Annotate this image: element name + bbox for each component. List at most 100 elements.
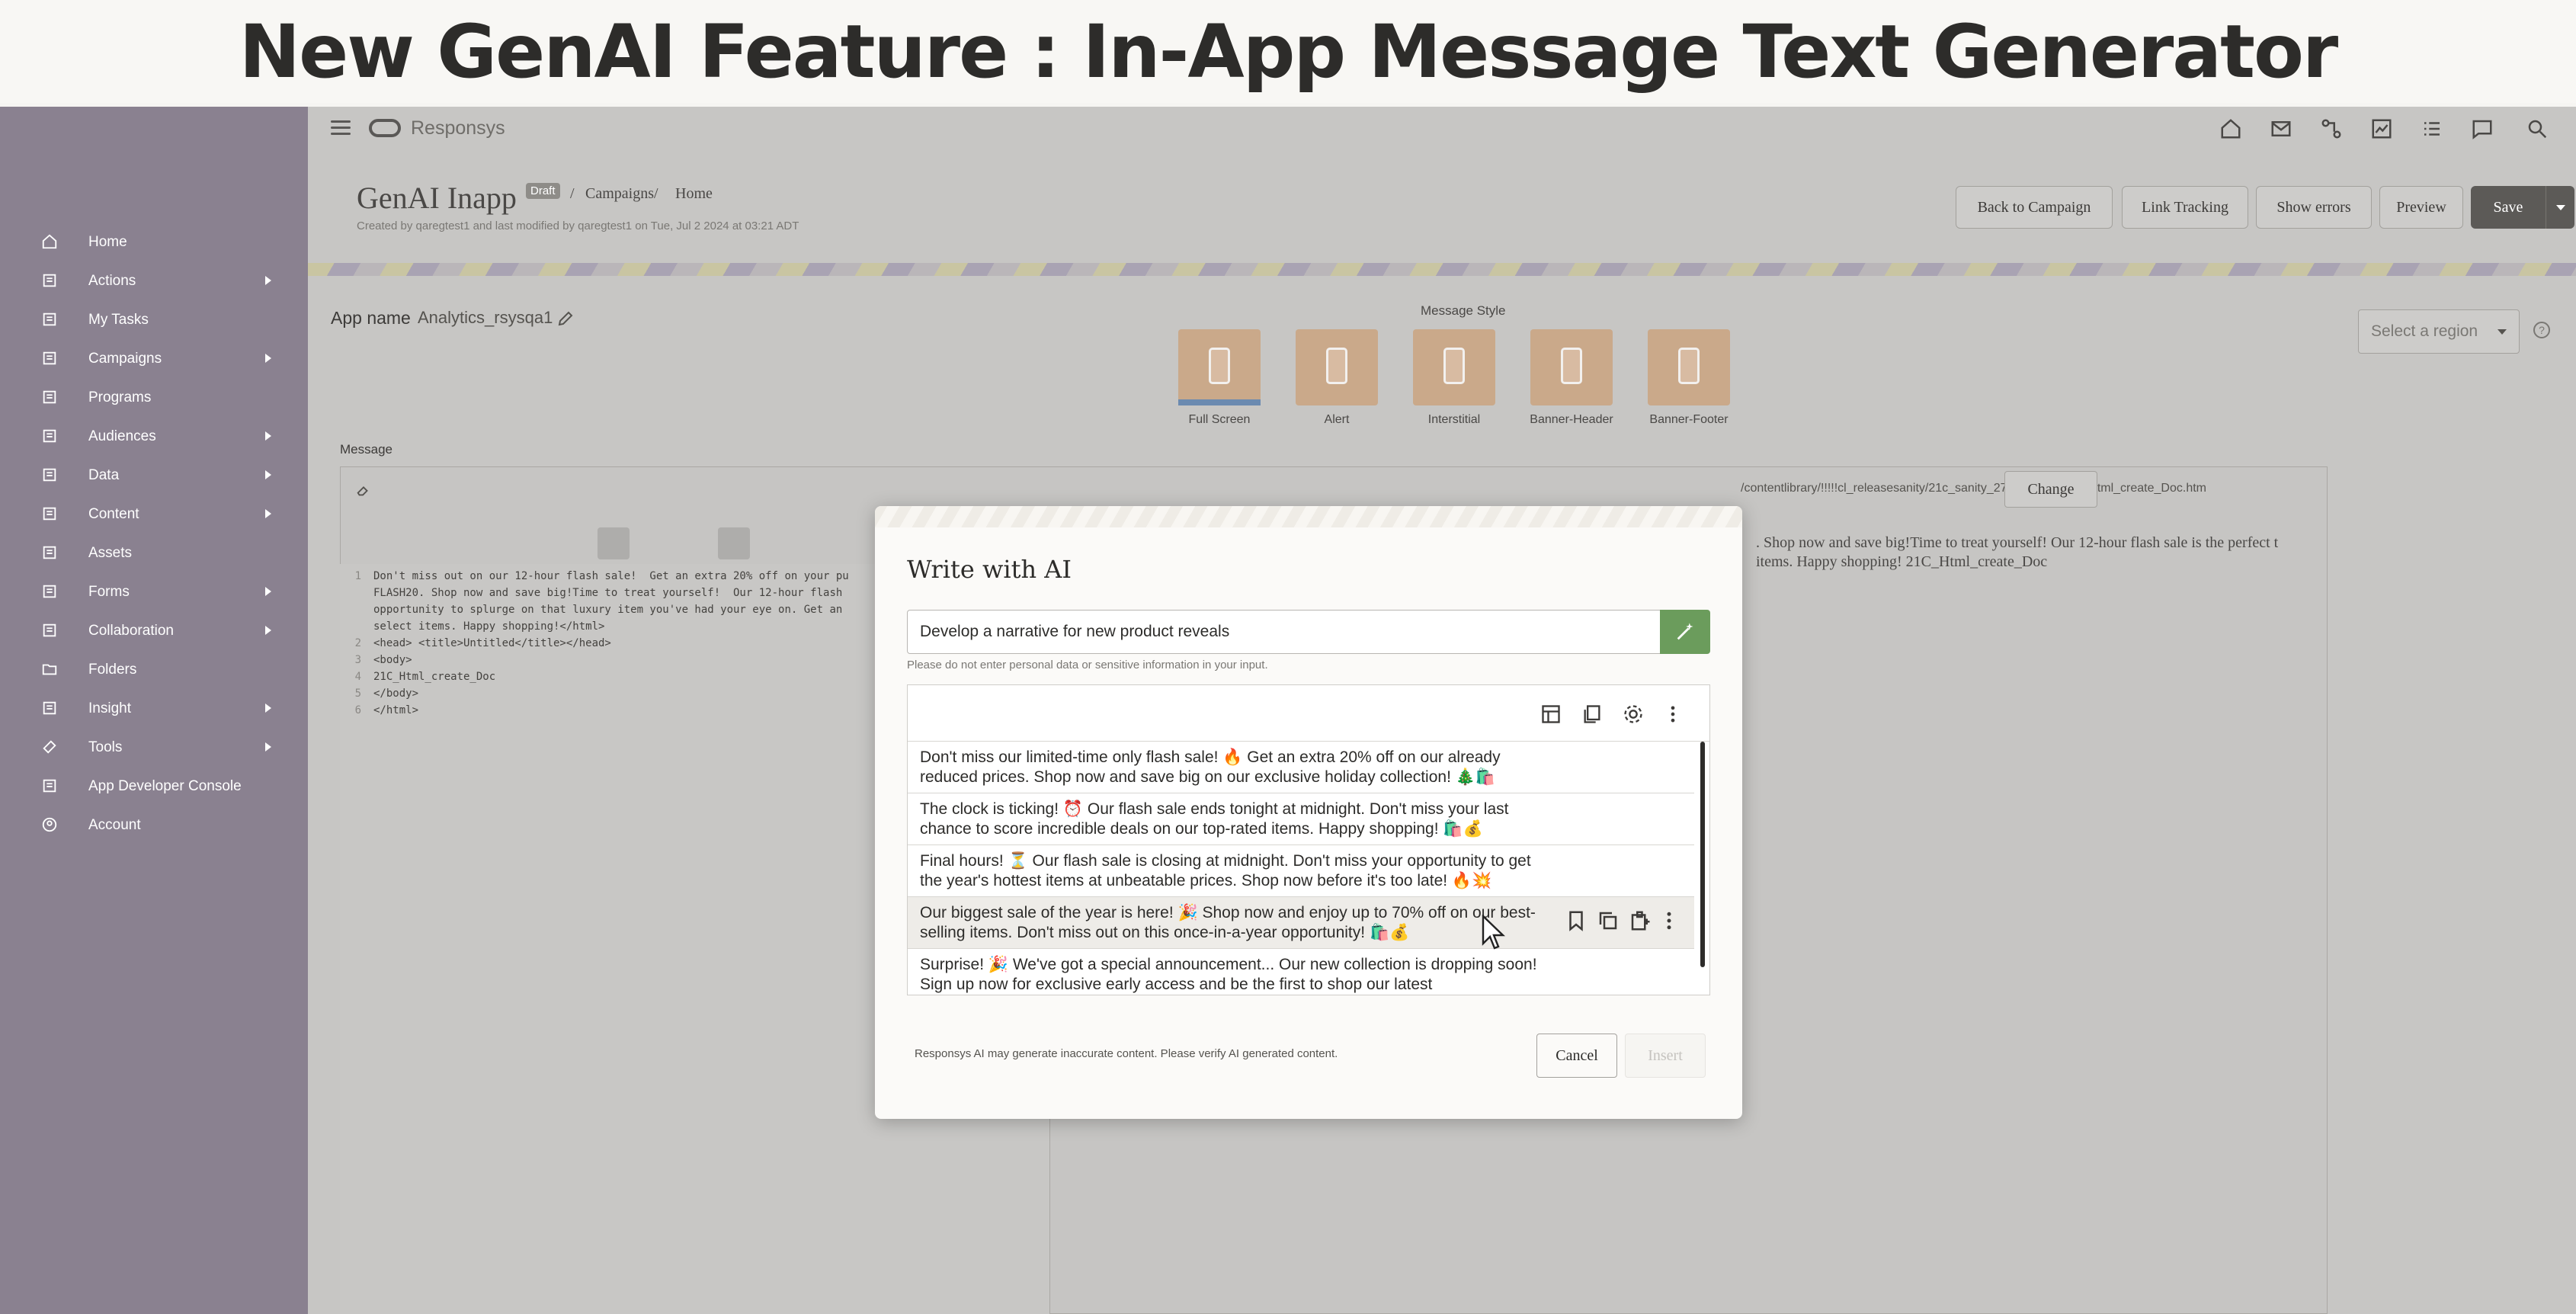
result-item[interactable]: Final hours! ⏳ Our flash sale is closing… bbox=[908, 845, 1694, 897]
forms-icon bbox=[43, 585, 56, 598]
sidebar-item-campaigns[interactable]: Campaigns bbox=[0, 339, 308, 378]
style-banner-header[interactable] bbox=[1530, 329, 1613, 405]
line-number: 4 bbox=[354, 671, 361, 683]
code-text: Don't miss out on our 12-hour flash sale… bbox=[373, 570, 849, 582]
result-item[interactable]: The clock is ticking! ⏰ Our flash sale e… bbox=[908, 793, 1694, 845]
more-vertical-icon[interactable] bbox=[1658, 909, 1680, 932]
search-icon[interactable] bbox=[436, 527, 468, 559]
breadcrumb-home[interactable]: Home bbox=[675, 185, 713, 203]
sidebar-item-app-developer-console[interactable]: App Developer Console bbox=[0, 767, 308, 806]
result-item[interactable]: Our biggest sale of the year is here! 🎉 … bbox=[908, 897, 1694, 949]
tool-icon[interactable] bbox=[518, 527, 550, 559]
tool-icon[interactable] bbox=[354, 527, 386, 559]
tool-icon[interactable] bbox=[477, 527, 509, 559]
layout-icon[interactable] bbox=[1540, 703, 1562, 725]
sidebar-item-forms[interactable]: Forms bbox=[0, 572, 308, 611]
settings-gear-icon[interactable] bbox=[1623, 703, 1644, 725]
insight-icon[interactable] bbox=[2370, 117, 2393, 140]
sidebar-item-tools[interactable]: Tools bbox=[0, 728, 308, 767]
results-list: Don't miss our limited-time only flash s… bbox=[907, 684, 1710, 995]
eraser-icon[interactable] bbox=[355, 482, 372, 498]
status-badge: Draft bbox=[526, 183, 560, 199]
help-icon[interactable]: ? bbox=[2533, 322, 2550, 338]
save-button[interactable]: Save bbox=[2471, 186, 2546, 229]
sidebar-item-actions[interactable]: Actions bbox=[0, 261, 308, 300]
code-text: select items. Happy shopping!</html> bbox=[373, 620, 605, 633]
insert-button[interactable]: Insert bbox=[1625, 1034, 1706, 1078]
video-headline: New GenAI Feature : In-App Message Text … bbox=[0, 0, 2576, 103]
wrap-icon[interactable] bbox=[718, 527, 750, 559]
dialog-title: Write with AI bbox=[907, 555, 1072, 584]
change-button[interactable]: Change bbox=[2004, 471, 2097, 508]
home-icon[interactable] bbox=[2219, 117, 2242, 140]
chevron-right-icon bbox=[265, 509, 271, 518]
line-number: 6 bbox=[354, 704, 361, 716]
bookmark-icon[interactable] bbox=[1565, 909, 1588, 932]
code-view-icon[interactable] bbox=[598, 527, 630, 559]
app-name-label: App name bbox=[331, 308, 411, 328]
chevron-right-icon bbox=[265, 470, 271, 479]
brand-name: Responsys bbox=[411, 117, 505, 139]
back-to-campaign-button[interactable]: Back to Campaign bbox=[1956, 186, 2113, 229]
preview-button[interactable]: Preview bbox=[2379, 186, 2463, 229]
insert-icon[interactable] bbox=[1629, 909, 1652, 932]
sidebar-item-home[interactable]: Home bbox=[0, 223, 308, 261]
generate-button[interactable] bbox=[1660, 610, 1710, 654]
phone-icon bbox=[1209, 348, 1230, 384]
breadcrumb-separator: / bbox=[570, 185, 575, 202]
link-tracking-button[interactable]: Link Tracking bbox=[2122, 186, 2248, 229]
style-interstitial[interactable] bbox=[1413, 329, 1495, 405]
cancel-button[interactable]: Cancel bbox=[1536, 1034, 1617, 1078]
phone-icon bbox=[1326, 348, 1347, 384]
region-select[interactable]: Select a region bbox=[2358, 309, 2520, 354]
copy-icon[interactable] bbox=[1581, 703, 1603, 725]
prompt-input[interactable] bbox=[907, 610, 1661, 654]
preview-text: . Shop now and save big!Time to treat yo… bbox=[1756, 534, 2279, 570]
sidebar: Home Actions My Tasks Campaigns Programs Audi… bbox=[0, 107, 308, 1314]
sidebar-item-collaboration[interactable]: Collaboration bbox=[0, 611, 308, 650]
sidebar-item-programs[interactable]: Programs bbox=[0, 378, 308, 417]
style-full-screen[interactable] bbox=[1178, 329, 1261, 405]
code-text: </body> bbox=[373, 687, 419, 700]
code-text: 21C_Html_create_Doc bbox=[373, 671, 496, 683]
phone-icon bbox=[1561, 348, 1582, 384]
breadcrumb-separator: / bbox=[654, 185, 658, 202]
sidebar-item-audiences[interactable]: Audiences bbox=[0, 417, 308, 456]
show-errors-button[interactable]: Show errors bbox=[2256, 186, 2372, 229]
mail-icon[interactable] bbox=[2270, 117, 2292, 140]
campaigns-icon bbox=[43, 351, 56, 365]
sidebar-item-assets[interactable]: Assets bbox=[0, 534, 308, 572]
sidebar-item-label: Audiences bbox=[88, 428, 156, 444]
tool-icon[interactable] bbox=[559, 527, 591, 559]
phone-icon bbox=[1443, 348, 1465, 384]
edit-pencil-icon[interactable] bbox=[556, 309, 575, 328]
results-scrollbar[interactable] bbox=[1700, 742, 1705, 967]
sidebar-item-account[interactable]: Account bbox=[0, 806, 308, 844]
programs-icon[interactable] bbox=[2320, 117, 2343, 140]
sidebar-item-data[interactable]: Data bbox=[0, 456, 308, 495]
more-vertical-icon[interactable] bbox=[1662, 703, 1684, 725]
sidebar-item-insight[interactable]: Insight bbox=[0, 689, 308, 728]
messages-icon[interactable] bbox=[2471, 117, 2494, 140]
result-text: Don't miss our limited-time only flash s… bbox=[920, 748, 1501, 786]
comment-icon[interactable] bbox=[639, 527, 671, 559]
save-options-chevron-icon[interactable] bbox=[2546, 186, 2574, 229]
tasks-icon[interactable] bbox=[2421, 117, 2443, 140]
tool-icon[interactable] bbox=[395, 527, 427, 559]
copy-icon[interactable] bbox=[1597, 909, 1620, 932]
code-text: <head> <title>Untitled</title></head> bbox=[373, 637, 611, 649]
uncomment-icon[interactable] bbox=[680, 527, 712, 559]
style-alert[interactable] bbox=[1296, 329, 1378, 405]
phone-icon bbox=[1678, 348, 1700, 384]
result-item[interactable]: Surprise! 🎉 We've got a special announce… bbox=[908, 949, 1694, 995]
sidebar-item-content[interactable]: Content bbox=[0, 495, 308, 534]
sidebar-item-my-tasks[interactable]: My Tasks bbox=[0, 300, 308, 339]
style-banner-footer[interactable] bbox=[1648, 329, 1730, 405]
sidebar-item-folders[interactable]: Folders bbox=[0, 650, 308, 689]
chevron-right-icon bbox=[265, 276, 271, 285]
insight-icon bbox=[43, 701, 56, 715]
search-icon[interactable] bbox=[2526, 117, 2549, 140]
hamburger-menu-icon[interactable] bbox=[331, 120, 351, 136]
breadcrumb-campaigns[interactable]: Campaigns bbox=[585, 185, 654, 203]
result-item[interactable]: Don't miss our limited-time only flash s… bbox=[908, 742, 1694, 793]
